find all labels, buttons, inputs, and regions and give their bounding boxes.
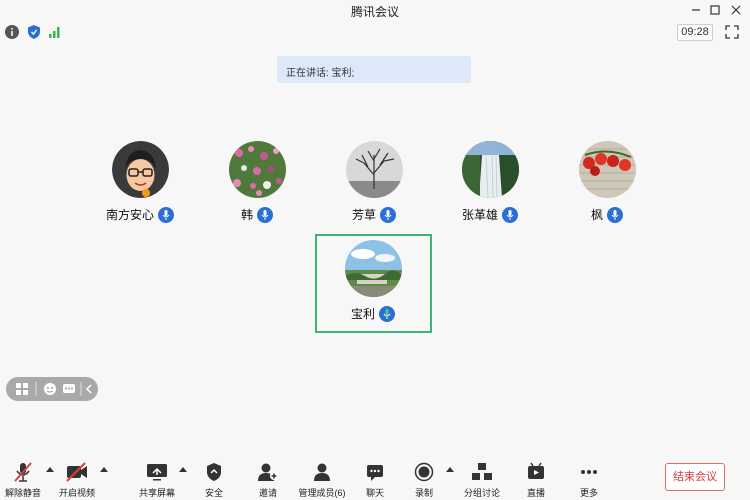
cartoon-glasses-avatar	[111, 141, 169, 198]
view-floating-bar	[6, 377, 98, 401]
share-screen-button[interactable]: 共享屏幕	[135, 461, 179, 499]
security-shield-button[interactable]	[26, 24, 42, 40]
mic-icon	[158, 206, 174, 223]
record-icon	[414, 462, 434, 482]
live-stream-label: 直播	[526, 488, 545, 498]
title-bar: 腾讯会议	[0, 0, 750, 20]
bottom-toolbar: 解除静音 开启视频 共享屏幕 安全 邀请 管理成员(6) 聊天 录制 分组讨论 …	[0, 455, 750, 500]
unmute-button[interactable]: 解除静音	[4, 461, 42, 499]
window-title: 腾讯会议	[350, 5, 399, 19]
record-options-caret[interactable]	[446, 467, 454, 472]
close-icon	[731, 5, 741, 15]
participant-tile[interactable]: 韩	[202, 141, 312, 223]
grid-view-icon	[16, 383, 28, 395]
mic-icon	[502, 206, 518, 223]
participant-name: 宝利	[350, 307, 375, 321]
record-button[interactable]: 录制	[409, 461, 439, 499]
camera-off-icon	[66, 462, 87, 482]
video-options-caret[interactable]	[100, 467, 108, 472]
minimize-icon	[692, 9, 700, 11]
participant-name: 张革雄	[461, 208, 498, 222]
collapse-chevron-icon	[85, 384, 92, 394]
top-toolbar	[0, 22, 750, 42]
live-stream-button[interactable]: 直播	[521, 461, 551, 499]
info-icon	[5, 25, 19, 39]
more-dots-icon	[581, 470, 597, 474]
unmute-label: 解除静音	[4, 488, 41, 498]
security-button[interactable]: 安全	[199, 461, 229, 499]
invite-button[interactable]: 邀请	[253, 461, 283, 499]
participant-tile[interactable]: 张革雄	[435, 141, 545, 223]
more-button[interactable]: 更多	[574, 461, 604, 499]
mic-muted-icon	[14, 462, 32, 482]
breakout-icon	[472, 463, 492, 480]
maximize-icon	[710, 5, 720, 15]
landscape-avatar	[344, 240, 402, 297]
invite-user-icon	[258, 463, 278, 481]
minimize-button[interactable]	[687, 2, 705, 18]
speaking-indicator: 正在讲话: 宝利;	[277, 56, 471, 83]
participant-name: 南方安心	[105, 208, 154, 222]
participant-name: 韩	[240, 208, 253, 222]
bare-tree-avatar	[345, 141, 403, 198]
mic-icon	[380, 206, 396, 223]
participant-name: 枫	[590, 208, 603, 222]
breakout-rooms-button[interactable]: 分组讨论	[460, 461, 504, 499]
signal-icon	[49, 27, 60, 38]
flowers-avatar	[228, 141, 286, 198]
shield-icon	[28, 25, 40, 39]
members-icon	[314, 463, 330, 481]
audio-options-caret[interactable]	[46, 467, 54, 472]
participant-tile-active[interactable]: 宝利	[318, 240, 428, 322]
waterfall-avatar	[461, 141, 519, 198]
participant-tile[interactable]: 枫	[552, 141, 662, 223]
end-meeting-button[interactable]: 结束会议	[665, 463, 725, 491]
info-button[interactable]	[4, 24, 20, 40]
participant-name: 芳草	[351, 208, 376, 222]
manage-members-label: 管理成员(6)	[298, 488, 346, 498]
mic-icon	[607, 206, 623, 223]
meeting-timer: 09:28	[677, 24, 713, 41]
participant-tile[interactable]: 南方安心	[85, 141, 195, 223]
shield-icon	[207, 463, 221, 481]
fullscreen-icon	[725, 25, 739, 39]
chat-bubble-icon	[63, 384, 75, 393]
close-button[interactable]	[727, 2, 745, 18]
manage-members-button[interactable]: 管理成员(6)	[296, 461, 348, 499]
invite-label: 邀请	[258, 488, 277, 498]
security-label: 安全	[204, 488, 223, 498]
mic-speaking-icon	[379, 305, 395, 322]
emoji-icon	[44, 383, 56, 395]
fullscreen-button[interactable]	[725, 25, 739, 39]
network-signal-button[interactable]	[47, 24, 63, 40]
maximize-button[interactable]	[706, 2, 724, 18]
breakout-rooms-label: 分组讨论	[463, 488, 500, 498]
chat-label: 聊天	[365, 488, 384, 498]
record-label: 录制	[414, 488, 433, 498]
share-screen-label: 共享屏幕	[138, 488, 175, 498]
tomatoes-avatar	[578, 141, 636, 198]
mic-icon	[257, 206, 273, 223]
start-video-button[interactable]: 开启视频	[57, 461, 97, 499]
share-options-caret[interactable]	[179, 467, 187, 472]
more-label: 更多	[579, 488, 598, 498]
chat-icon	[367, 465, 383, 481]
live-stream-icon	[528, 462, 544, 479]
chat-button[interactable]: 聊天	[360, 461, 390, 499]
share-screen-icon	[147, 464, 167, 481]
participant-tile[interactable]: 芳草	[319, 141, 429, 223]
start-video-label: 开启视频	[58, 488, 95, 498]
